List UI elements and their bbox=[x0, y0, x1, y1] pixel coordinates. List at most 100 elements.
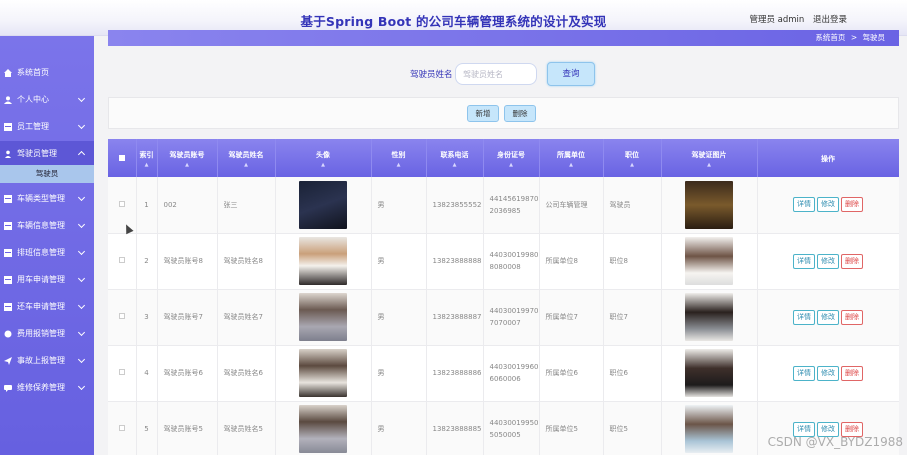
license-image[interactable] bbox=[685, 349, 733, 397]
chevron-down-icon bbox=[77, 328, 86, 337]
position-cell: 职位5 bbox=[603, 401, 662, 455]
table-row[interactable]: 2 驾驶员账号8 驾驶员姓名8 男 13823888888 440300199808080… bbox=[108, 233, 899, 290]
edit-button[interactable]: 修改 bbox=[817, 253, 839, 269]
avatar[interactable] bbox=[299, 405, 347, 453]
column-header[interactable]: 联系电话 ▲ bbox=[426, 139, 484, 177]
row-checkbox[interactable] bbox=[118, 313, 125, 319]
sidebar-item[interactable]: 员工管理 bbox=[0, 114, 94, 139]
sidebar-item-label: 员工管理 bbox=[17, 122, 49, 131]
select-all-checkbox[interactable] bbox=[118, 155, 125, 161]
license-image[interactable] bbox=[685, 237, 733, 285]
sort-icon[interactable]: ▲ bbox=[427, 163, 483, 168]
sidebar-subitem-driver[interactable]: 驾驶员 bbox=[0, 165, 94, 183]
row-index-cell: 2 bbox=[136, 233, 158, 290]
row-checkbox-cell[interactable] bbox=[108, 233, 137, 290]
select-all-checkbox-cell[interactable] bbox=[108, 139, 137, 177]
column-header[interactable]: 驾驶员姓名 ▲ bbox=[217, 139, 276, 177]
row-checkbox[interactable] bbox=[118, 200, 125, 207]
breadcrumb-home[interactable]: 系统首页 bbox=[815, 33, 845, 42]
row-actions-cell: 详情 修改 删除 bbox=[757, 289, 899, 346]
column-header[interactable]: 驾驶证图片 ▲ bbox=[661, 139, 758, 177]
column-header[interactable]: 索引 ▲ bbox=[136, 139, 158, 177]
chevron-down-icon bbox=[77, 382, 86, 391]
driver-name-cell: 驾驶员姓名5 bbox=[217, 401, 276, 455]
sort-icon[interactable]: ▲ bbox=[372, 163, 426, 168]
row-checkbox[interactable] bbox=[118, 257, 125, 263]
sidebar-item[interactable]: 事故上报管理 bbox=[0, 348, 94, 373]
avatar[interactable] bbox=[299, 293, 347, 341]
row-actions-cell: 详情 修改 删除 bbox=[757, 345, 899, 402]
sort-icon[interactable]: ▲ bbox=[276, 163, 371, 168]
column-header[interactable]: 驾驶员账号 ▲ bbox=[157, 139, 218, 177]
sidebar: 系统首页个人中心员工管理驾驶员管理车辆类型管理 车辆信息管理 排班信息管理用车申请管… bbox=[0, 36, 94, 455]
detail-button[interactable]: 详情 bbox=[793, 253, 815, 269]
table-row[interactable]: 1 002 张三 男 13823855552 441456198702036985 公司车辆… bbox=[108, 177, 899, 234]
column-header[interactable]: 职位 ▲ bbox=[603, 139, 662, 177]
column-header[interactable]: 性别 ▲ bbox=[371, 139, 427, 177]
avatar[interactable] bbox=[299, 349, 347, 397]
sidebar-item[interactable]: 车辆信息管理 bbox=[0, 213, 94, 238]
delete-button[interactable]: 删除 bbox=[841, 365, 863, 381]
table-row[interactable]: 3 驾驶员账号7 驾驶员姓名7 男 13823888887 440300199707070… bbox=[108, 289, 899, 346]
row-checkbox-cell[interactable] bbox=[108, 345, 137, 402]
phone-cell: 13823888886 bbox=[426, 345, 484, 402]
row-index-cell: 3 bbox=[136, 289, 158, 346]
column-header-label: 身份证号 bbox=[497, 151, 525, 159]
batch-delete-button[interactable]: 删除 bbox=[504, 105, 536, 122]
chevron-down-icon bbox=[77, 355, 86, 364]
row-checkbox[interactable] bbox=[118, 369, 125, 375]
avatar[interactable] bbox=[299, 237, 347, 285]
sidebar-item-label: 用车申请管理 bbox=[17, 275, 65, 284]
add-button[interactable]: 新增 bbox=[467, 105, 499, 122]
search-button[interactable]: 查询 bbox=[547, 62, 595, 86]
grid-icon bbox=[4, 122, 12, 131]
sidebar-item[interactable]: 费用报销管理 bbox=[0, 321, 94, 346]
license-image-cell bbox=[661, 233, 758, 290]
driver-name-cell: 驾驶员姓名6 bbox=[217, 345, 276, 402]
sidebar-item[interactable]: 用车申请管理 bbox=[0, 267, 94, 292]
delete-button[interactable]: 删除 bbox=[841, 253, 863, 269]
column-header[interactable]: 头像 ▲ bbox=[275, 139, 372, 177]
column-header[interactable]: 身份证号 ▲ bbox=[483, 139, 540, 177]
sidebar-item[interactable]: 维修保养管理 bbox=[0, 375, 94, 400]
table-row[interactable]: 4 驾驶员账号6 驾驶员姓名6 男 13823888886 440300199606060… bbox=[108, 345, 899, 402]
sort-icon[interactable]: ▲ bbox=[484, 163, 539, 168]
sidebar-item[interactable]: 驾驶员管理 bbox=[0, 141, 94, 166]
delete-button[interactable]: 删除 bbox=[841, 309, 863, 325]
detail-button[interactable]: 详情 bbox=[793, 197, 815, 213]
sort-icon[interactable]: ▲ bbox=[158, 163, 217, 168]
detail-button[interactable]: 详情 bbox=[793, 309, 815, 325]
grid-icon bbox=[4, 248, 12, 257]
sidebar-item-label: 个人中心 bbox=[17, 95, 49, 104]
logout-link[interactable]: 退出登录 bbox=[813, 15, 847, 25]
sidebar-item[interactable]: 还车申请管理 bbox=[0, 294, 94, 319]
sort-icon[interactable]: ▲ bbox=[604, 163, 661, 168]
sort-icon[interactable]: ▲ bbox=[662, 163, 757, 168]
detail-button[interactable]: 详情 bbox=[793, 365, 815, 381]
avatar[interactable] bbox=[299, 180, 347, 229]
license-image[interactable] bbox=[685, 405, 733, 453]
column-header-label: 索引 bbox=[139, 151, 154, 159]
edit-button[interactable]: 修改 bbox=[817, 365, 839, 381]
driver-account-cell: 驾驶员账号6 bbox=[157, 345, 218, 402]
sidebar-item[interactable]: 排班信息管理 bbox=[0, 240, 94, 265]
sort-icon[interactable]: ▲ bbox=[218, 163, 275, 168]
row-checkbox[interactable] bbox=[118, 425, 125, 431]
sort-icon[interactable]: ▲ bbox=[137, 163, 157, 168]
driver-name-search-input[interactable] bbox=[455, 63, 537, 85]
license-image[interactable] bbox=[685, 293, 733, 341]
sidebar-item[interactable]: 车辆类型管理 bbox=[0, 186, 94, 211]
sort-icon[interactable]: ▲ bbox=[540, 163, 603, 168]
sidebar-item[interactable]: 个人中心 bbox=[0, 87, 94, 112]
row-checkbox-cell[interactable] bbox=[108, 401, 137, 455]
sidebar-item[interactable]: 系统首页 bbox=[0, 60, 94, 85]
row-checkbox-cell[interactable] bbox=[108, 177, 137, 234]
row-checkbox-cell[interactable] bbox=[108, 289, 137, 346]
edit-button[interactable]: 修改 bbox=[817, 309, 839, 325]
delete-button[interactable]: 删除 bbox=[841, 197, 863, 213]
phone-cell: 13823855552 bbox=[426, 177, 484, 234]
column-header[interactable]: 所属单位 ▲ bbox=[539, 139, 604, 177]
column-header-label: 性别 bbox=[391, 151, 406, 159]
edit-button[interactable]: 修改 bbox=[817, 197, 839, 213]
license-image[interactable] bbox=[685, 180, 733, 229]
